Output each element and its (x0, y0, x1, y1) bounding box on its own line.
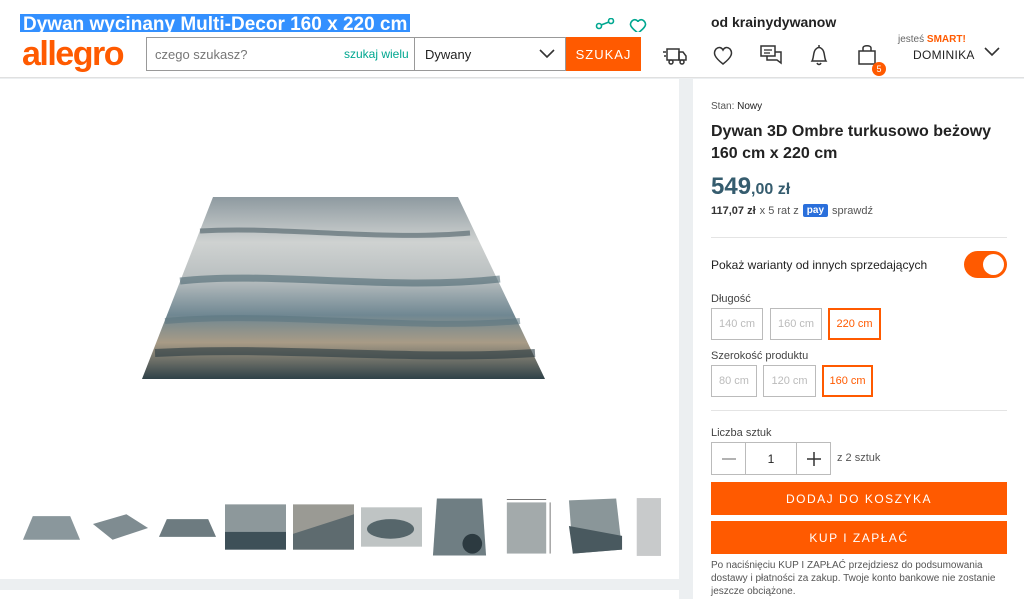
price-rest: ,00 zł (751, 181, 791, 198)
thumbnail[interactable] (428, 495, 491, 558)
cart-icon[interactable]: 5 (854, 42, 886, 76)
buy-now-button[interactable]: KUP I ZAPŁAĆ (711, 521, 1007, 554)
thumbnail[interactable] (292, 495, 355, 558)
allegro-logo[interactable]: allegro (22, 35, 124, 74)
pay-logo: pay (802, 204, 829, 217)
bell-icon[interactable] (806, 42, 832, 68)
length-label: Długość (711, 293, 751, 305)
minus-icon (721, 457, 736, 460)
width-option[interactable]: 80 cm (711, 365, 757, 397)
price-main: 549 (711, 173, 752, 200)
length-option-selected[interactable]: 220 cm (828, 308, 881, 340)
chevron-down-icon (539, 49, 555, 59)
product-gallery (0, 79, 679, 579)
thumbnail[interactable] (224, 495, 287, 558)
width-option-selected[interactable]: 160 cm (822, 365, 873, 397)
divider (711, 237, 1007, 238)
condition: Stan: Nowy (711, 101, 762, 112)
smart-badge[interactable]: jesteś SMART! (898, 34, 966, 45)
quantity-label: Liczba sztuk (711, 427, 772, 439)
quantity-increase-button[interactable] (797, 443, 830, 474)
installment-amount: 117,07 zł (711, 204, 756, 217)
price: 549,00 zł (711, 173, 790, 201)
quantity-available: z 2 sztuk (837, 452, 881, 464)
length-option[interactable]: 140 cm (711, 308, 763, 340)
user-menu-name[interactable]: DOMINIKA (913, 48, 975, 62)
thumbnail-strip (20, 495, 662, 558)
header-icons: 5 (662, 42, 886, 76)
category-value: Dywany (425, 46, 472, 62)
search-button[interactable]: SZUKAJ (566, 37, 641, 71)
condition-label: Stan: (711, 101, 735, 112)
heart-icon[interactable] (710, 42, 736, 68)
quantity-stepper: 1 (711, 442, 831, 475)
search-bar: szukaj wielu Dywany SZUKAJ (146, 37, 641, 71)
smart-prefix: jesteś (898, 34, 925, 45)
quantity-decrease-button[interactable] (712, 443, 745, 474)
top-header: allegro szukaj wielu Dywany SZUKAJ 5 jes… (0, 32, 1024, 78)
search-many-link[interactable]: szukaj wielu (344, 47, 409, 61)
variants-toggle[interactable] (964, 251, 1007, 278)
product-title: Dywan 3D Ombre turkusowo beżowy 160 cm x… (711, 123, 992, 162)
category-select[interactable]: Dywany (414, 37, 566, 71)
page-behind-header: Dywan wycinany Multi-Decor 160 x 220 cm … (0, 0, 1024, 36)
chevron-down-icon[interactable] (984, 46, 1000, 58)
thumbnail[interactable] (88, 495, 151, 558)
variants-toggle-label: Pokaż warianty od innych sprzedających (711, 258, 928, 272)
seller-name[interactable]: od krainydywanow (711, 14, 836, 30)
thumbnail[interactable] (156, 495, 219, 558)
length-option[interactable]: 160 cm (770, 308, 822, 340)
width-label: Szerokość produktu (711, 350, 809, 362)
installment-text: x 5 rat z (759, 204, 799, 217)
installments-info: 117,07 zł x 5 rat z pay sprawdź (711, 204, 873, 217)
thumbnail[interactable] (20, 495, 83, 558)
chat-icon[interactable] (758, 42, 784, 68)
smart-label: SMART! (926, 34, 966, 45)
installment-check-link[interactable]: sprawdź (832, 205, 873, 217)
truck-icon[interactable] (662, 42, 688, 68)
thumbnail[interactable] (632, 495, 662, 558)
divider (711, 410, 1007, 411)
cart-count-badge: 5 (872, 62, 886, 76)
page-section-below (0, 590, 679, 599)
product-details-panel: Stan: Nowy Dywan 3D Ombre turkusowo beżo… (693, 79, 1024, 599)
quantity-input[interactable]: 1 (745, 443, 797, 474)
thumbnail[interactable] (360, 495, 423, 558)
thumbnail[interactable] (496, 495, 559, 558)
add-to-cart-button[interactable]: DODAJ DO KOSZYKA (711, 482, 1007, 515)
condition-value: Nowy (737, 101, 763, 112)
thumbnail[interactable] (564, 495, 627, 558)
purchase-note: Po naciśnięciu KUP I ZAPŁAĆ przejdziesz … (711, 560, 996, 597)
plus-icon (806, 451, 821, 466)
width-option[interactable]: 120 cm (763, 365, 816, 397)
main-product-image[interactable] (130, 171, 552, 401)
